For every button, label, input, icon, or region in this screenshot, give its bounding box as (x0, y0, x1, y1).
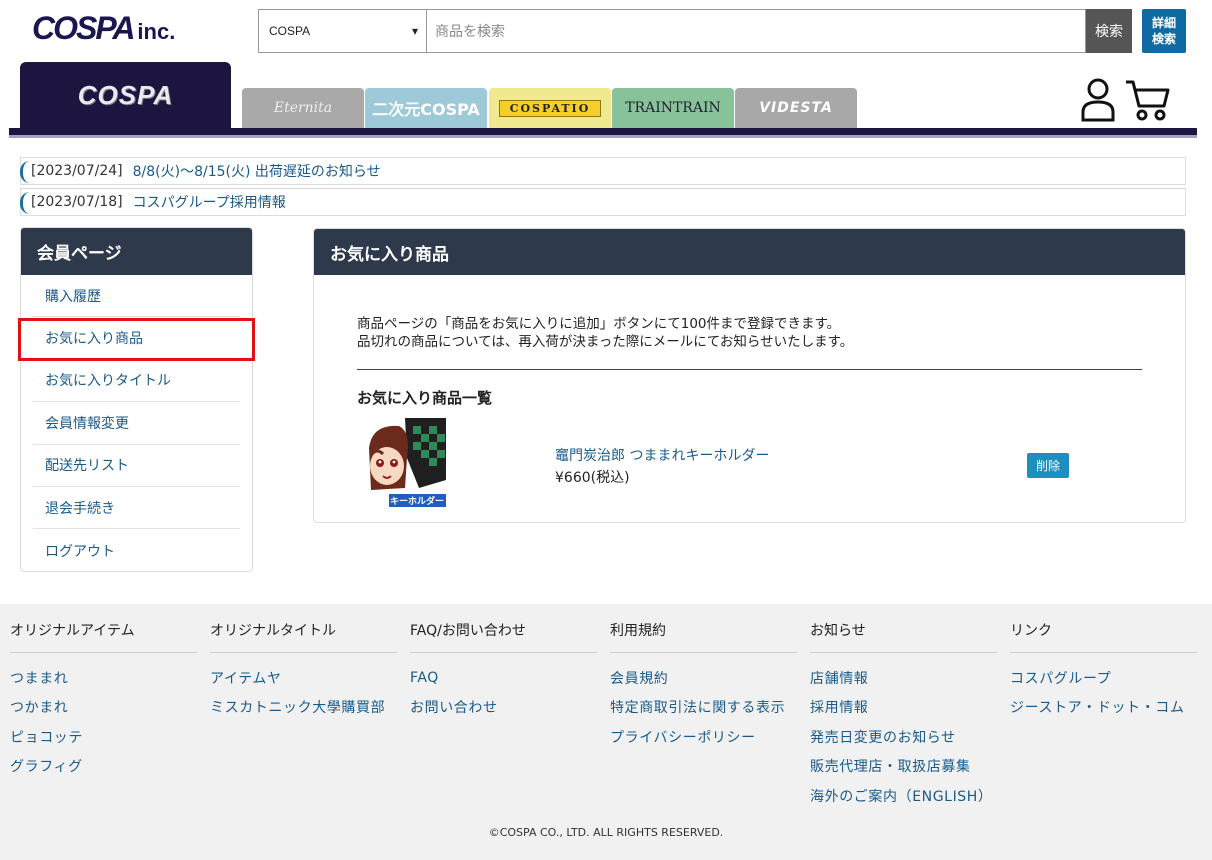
copyright: ©COSPA CO., LTD. ALL RIGHTS RESERVED. (488, 826, 724, 839)
user-icon[interactable] (1080, 76, 1116, 122)
site-footer: オリジナルアイテム つままれ つかまれ ピョコッテ グラフィグ オリジナルタイト… (0, 604, 1212, 860)
footer-link[interactable]: プライバシーポリシー (610, 727, 756, 747)
footer-link[interactable]: 特定商取引法に関する表示 (610, 697, 785, 717)
cospa-logo[interactable]: COSPA inc. (32, 10, 175, 47)
site-header: COSPA inc. COSPA ▾ 商品を検索 検索 詳細 検索 COSPA E… (0, 0, 1212, 140)
thumbnail-label: キーホルダー (390, 495, 444, 507)
footer-column: 利用規約 会員規約 特定商取引法に関する表示 プライバシーポリシー (610, 620, 797, 752)
footer-link[interactable]: コスパグループ (1010, 668, 1111, 688)
product-price: ¥660(税込) (555, 470, 630, 486)
footer-column: オリジナルアイテム つままれ つかまれ ピョコッテ グラフィグ (10, 620, 197, 781)
footer-link[interactable]: ピョコッテ (10, 727, 83, 747)
news-item: [2023/07/18] コスパグループ採用情報 (20, 188, 1186, 216)
footer-link[interactable]: 採用情報 (810, 697, 868, 717)
sidebar-title: 会員ページ (21, 228, 252, 275)
footer-column: リンク コスパグループ ジーストア・ドット・コム (1010, 620, 1197, 722)
brand-tab-label: COSPATIO (498, 99, 602, 117)
favorites-description: 商品ページの「商品をお気に入りに追加」ボタンにて100件まで登録できます。 品切… (357, 315, 853, 351)
footer-column-title: オリジナルアイテム (10, 620, 197, 653)
footer-column-title: 利用規約 (610, 620, 797, 653)
brand-tab-label: Eternita (273, 100, 333, 116)
brand-tab-label: COSPA (77, 79, 174, 110)
page-title: お気に入り商品 (314, 229, 1185, 275)
brand-tab-label: 二次元COSPA (372, 100, 480, 119)
brand-tab-label: TRAINTRAIN (625, 100, 721, 116)
logo-text: COSPA (32, 10, 135, 46)
footer-link[interactable]: グラフィグ (10, 756, 83, 776)
footer-link[interactable]: ミスカトニック大學購買部 (210, 697, 385, 717)
product-name-link[interactable]: 竈門炭治郎 つままれキーホルダー (555, 445, 769, 465)
product-thumbnail[interactable]: キーホルダー (367, 418, 446, 507)
sidebar-item-favorite-titles[interactable]: お気に入りタイトル (33, 360, 240, 403)
search-category-select[interactable]: COSPA ▾ (258, 9, 426, 53)
chevron-down-icon: ▾ (411, 24, 418, 38)
brand-tab-cospatio[interactable]: COSPATIO (489, 88, 611, 128)
member-sidebar: 会員ページ 購入履歴 お気に入り商品 お気に入りタイトル 会員情報変更 配送先リ… (20, 227, 253, 572)
footer-link[interactable]: 会員規約 (610, 668, 668, 688)
footer-column: オリジナルタイトル アイテムヤ ミスカトニック大學購買部 (210, 620, 397, 722)
footer-column: お知らせ 店舗情報 採用情報 発売日変更のお知らせ 販売代理店・取扱店募集 海外… (810, 620, 997, 811)
sidebar-item-purchase-history[interactable]: 購入履歴 (33, 275, 240, 318)
search-bar: COSPA ▾ 商品を検索 検索 (258, 9, 1132, 53)
sidebar-item-withdraw[interactable]: 退会手続き (33, 487, 240, 530)
description-line: 商品ページの「商品をお気に入りに追加」ボタンにて100件まで登録できます。 (357, 316, 841, 332)
advanced-search-button[interactable]: 詳細 検索 (1142, 9, 1186, 53)
brand-tab-traintrain[interactable]: TRAINTRAIN (612, 88, 734, 128)
footer-column-title: オリジナルタイトル (210, 620, 397, 653)
sidebar-item-label[interactable]: 退会手続き (45, 498, 115, 518)
news-date: [2023/07/18] (31, 194, 123, 210)
sidebar-item-label[interactable]: お気に入りタイトル (45, 370, 171, 390)
footer-column-title: リンク (1010, 620, 1197, 653)
advanced-search-line2: 検索 (1151, 32, 1176, 46)
brand-tab-nijigen[interactable]: 二次元COSPA (365, 88, 487, 128)
delete-button[interactable]: 削除 (1027, 453, 1069, 478)
search-button[interactable]: 検索 (1086, 9, 1132, 53)
footer-link[interactable]: FAQ (410, 670, 439, 686)
search-input[interactable]: 商品を検索 (426, 9, 1086, 53)
favorites-list-title: お気に入り商品一覧 (357, 389, 493, 407)
sidebar-item-member-info[interactable]: 会員情報変更 (33, 402, 240, 445)
footer-column: FAQ/お問い合わせ FAQ お問い合わせ (410, 620, 597, 722)
advanced-search-line1: 詳細 (1151, 16, 1176, 30)
footer-link[interactable]: 発売日変更のお知らせ (810, 727, 956, 747)
search-category-value: COSPA (269, 24, 311, 38)
favorites-panel: お気に入り商品 商品ページの「商品をお気に入りに追加」ボタンにて100件まで登録… (313, 228, 1186, 523)
news-link[interactable]: コスパグループ採用情報 (133, 192, 286, 212)
footer-link[interactable]: 海外のご案内（ENGLISH） (810, 786, 993, 806)
brand-tab-cospa[interactable]: COSPA (20, 62, 231, 128)
header-bar-accent (9, 135, 1197, 138)
sidebar-item-label[interactable]: 購入履歴 (45, 286, 101, 306)
sidebar-item-label[interactable]: ログアウト (45, 541, 115, 561)
footer-column-title: FAQ/お問い合わせ (410, 620, 597, 653)
sidebar-item-logout[interactable]: ログアウト (33, 529, 240, 571)
brand-tab-label: VIDESTA (759, 100, 833, 116)
divider (357, 369, 1142, 370)
sidebar-item-label[interactable]: 会員情報変更 (45, 413, 129, 433)
news-item: [2023/07/24] 8/8(火)〜8/15(火) 出荷遅延のお知らせ (20, 157, 1186, 185)
footer-link[interactable]: 店舗情報 (810, 668, 868, 688)
cart-icon[interactable] (1124, 78, 1170, 122)
news-link[interactable]: 8/8(火)〜8/15(火) 出荷遅延のお知らせ (133, 161, 381, 181)
footer-column-title: お知らせ (810, 620, 997, 653)
header-bar (9, 128, 1197, 135)
footer-link[interactable]: つままれ (10, 668, 68, 688)
footer-link[interactable]: アイテムヤ (210, 668, 282, 688)
footer-link[interactable]: ジーストア・ドット・コム (1010, 697, 1185, 717)
logo-sub-text: inc. (137, 19, 176, 44)
footer-link[interactable]: つかまれ (10, 697, 68, 717)
active-item-highlight (18, 318, 255, 361)
description-line: 品切れの商品については、再入荷が決まった際にメールにてお知らせいたします。 (357, 334, 854, 350)
brand-tab-videsta[interactable]: VIDESTA (735, 88, 857, 128)
brand-tab-eternita[interactable]: Eternita (242, 88, 364, 128)
news-date: [2023/07/24] (31, 163, 123, 179)
sidebar-item-address-list[interactable]: 配送先リスト (33, 445, 240, 487)
footer-link[interactable]: お問い合わせ (410, 697, 498, 717)
footer-link[interactable]: 販売代理店・取扱店募集 (810, 756, 971, 776)
sidebar-item-label[interactable]: 配送先リスト (45, 455, 129, 475)
